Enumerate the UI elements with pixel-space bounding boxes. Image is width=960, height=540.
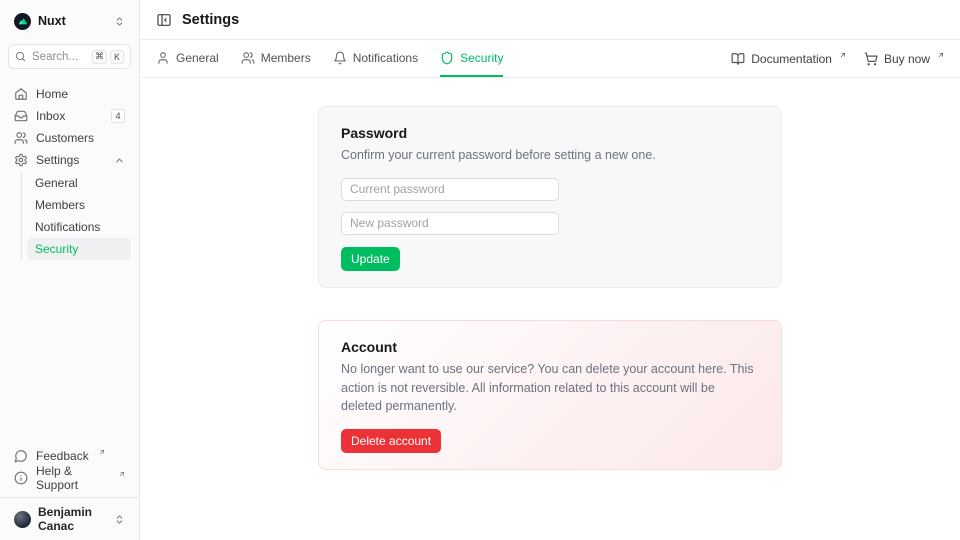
- sidebar-item-label: Notifications: [35, 220, 100, 234]
- shield-icon: [440, 51, 454, 65]
- sidebar-divider: [0, 497, 139, 498]
- sidebar-item-label: Home: [36, 87, 68, 101]
- tab-members[interactable]: Members: [241, 40, 311, 77]
- account-card-description: No longer want to use our service? You c…: [341, 360, 759, 416]
- cart-icon: [864, 52, 878, 66]
- sidebar-item-general[interactable]: General: [27, 172, 131, 194]
- page-header: Settings: [140, 0, 960, 40]
- tab-general[interactable]: General: [156, 40, 219, 77]
- gear-icon: [14, 153, 28, 167]
- account-card-title: Account: [341, 339, 759, 355]
- sidebar-toggle-button[interactable]: [156, 12, 172, 28]
- update-password-button[interactable]: Update: [341, 247, 400, 271]
- app-root: Nuxt Search... ⌘ K Home Inbox 4 Customer…: [0, 0, 960, 540]
- account-card: Account No longer want to use our servic…: [318, 320, 782, 470]
- link-label: Buy now: [884, 52, 930, 66]
- sidebar-item-home[interactable]: Home: [8, 83, 131, 105]
- search-input[interactable]: Search... ⌘ K: [8, 44, 131, 69]
- page-title: Settings: [182, 12, 239, 28]
- header-links: Documentation Buy now: [731, 40, 944, 77]
- settings-content: Password Confirm your current password b…: [140, 78, 960, 540]
- workspace-name: Nuxt: [38, 14, 66, 28]
- search-icon: [15, 51, 26, 62]
- workspace-switcher[interactable]: Nuxt: [8, 8, 131, 34]
- inbox-count-badge: 4: [111, 109, 125, 123]
- sidebar-item-settings[interactable]: Settings: [8, 149, 131, 171]
- buy-now-link[interactable]: Buy now: [864, 52, 944, 66]
- external-link-icon: [937, 51, 945, 59]
- home-icon: [14, 87, 28, 101]
- user-menu[interactable]: Benjamin Canac: [8, 506, 131, 532]
- users-icon: [241, 51, 255, 65]
- tab-label: General: [176, 51, 219, 65]
- tab-security[interactable]: Security: [440, 40, 503, 77]
- sidebar-item-label: Security: [35, 242, 78, 256]
- sidebar-item-label: Customers: [36, 131, 94, 145]
- user-name: Benjamin Canac: [38, 505, 107, 533]
- search-shortcut: ⌘ K: [92, 50, 124, 64]
- message-circle-icon: [14, 449, 28, 463]
- book-open-icon: [731, 52, 745, 66]
- sidebar-item-label: Members: [35, 198, 85, 212]
- documentation-link[interactable]: Documentation: [731, 52, 846, 66]
- current-password-field[interactable]: [341, 178, 559, 201]
- sidebar-item-customers[interactable]: Customers: [8, 127, 131, 149]
- sidebar-item-label: General: [35, 176, 78, 190]
- link-label: Documentation: [751, 52, 832, 66]
- kbd-cmd: ⌘: [92, 50, 107, 64]
- nuxt-logo-icon: [14, 13, 31, 30]
- users-icon: [14, 131, 28, 145]
- sidebar-item-label: Feedback: [36, 449, 89, 463]
- user-icon: [156, 51, 170, 65]
- sidebar-item-members[interactable]: Members: [27, 194, 131, 216]
- password-card-title: Password: [341, 125, 759, 141]
- tab-label: Security: [460, 51, 503, 65]
- settings-tabbar: General Members Notifications Security D…: [140, 40, 960, 78]
- tab-label: Notifications: [353, 51, 418, 65]
- sidebar-item-label: Settings: [36, 153, 79, 167]
- delete-account-button[interactable]: Delete account: [341, 429, 441, 453]
- search-placeholder: Search...: [32, 51, 78, 63]
- chevrons-up-down-icon: [114, 514, 125, 525]
- password-card-description: Confirm your current password before set…: [341, 146, 759, 165]
- new-password-field[interactable]: [341, 212, 559, 235]
- sidebar: Nuxt Search... ⌘ K Home Inbox 4 Customer…: [0, 0, 140, 540]
- sidebar-item-help-support[interactable]: Help & Support: [8, 467, 131, 489]
- main-area: Settings General Members Notifications S…: [140, 0, 960, 540]
- tab-label: Members: [261, 51, 311, 65]
- inbox-icon: [14, 109, 28, 123]
- bell-icon: [333, 51, 347, 65]
- chevron-up-icon: [114, 155, 125, 166]
- password-card: Password Confirm your current password b…: [318, 106, 782, 288]
- sidebar-item-label: Inbox: [36, 109, 65, 123]
- kbd-k: K: [110, 50, 124, 64]
- panel-left-icon: [156, 12, 172, 28]
- chevrons-up-down-icon: [114, 16, 125, 27]
- avatar: [14, 511, 31, 528]
- external-link-icon: [118, 470, 126, 478]
- external-link-icon: [98, 448, 106, 456]
- info-circle-icon: [14, 471, 28, 485]
- sidebar-item-inbox[interactable]: Inbox 4: [8, 105, 131, 127]
- sidebar-spacer: [8, 261, 131, 445]
- external-link-icon: [839, 51, 847, 59]
- tab-notifications[interactable]: Notifications: [333, 40, 418, 77]
- settings-sub-menu: General Members Notifications Security: [21, 172, 131, 260]
- sidebar-item-label: Help & Support: [36, 464, 109, 492]
- sidebar-item-security[interactable]: Security: [27, 238, 131, 260]
- sidebar-item-notifications[interactable]: Notifications: [27, 216, 131, 238]
